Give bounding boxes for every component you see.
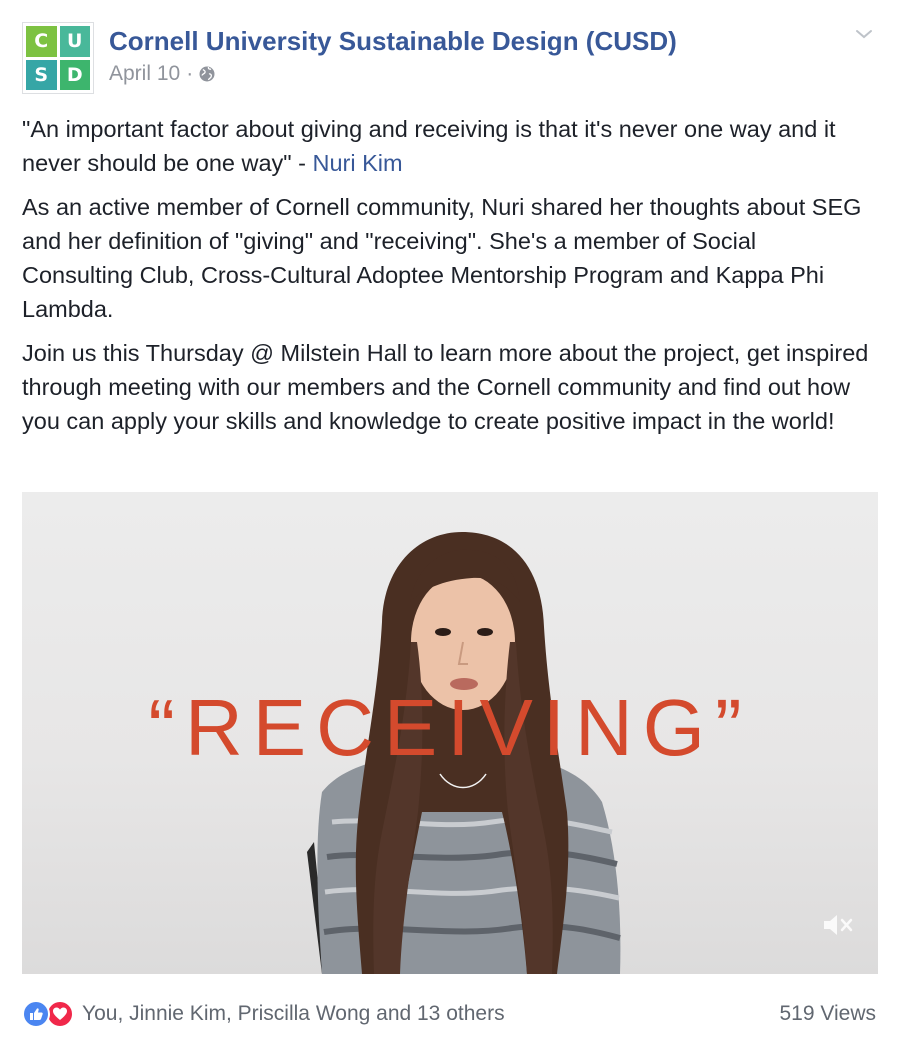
logo-letter: S [26, 59, 57, 90]
meta-separator: · [186, 62, 194, 85]
reaction-icons[interactable] [22, 1000, 74, 1028]
video-caption-overlay: “RECEIVING” [148, 683, 752, 772]
logo-letter: D [59, 59, 90, 90]
logo-letter: C [26, 26, 57, 57]
post-date-link[interactable]: April 10 [109, 62, 180, 86]
reacted-names-link[interactable]: You, Jinnie Kim, Priscilla Wong and 13 o… [82, 1002, 505, 1026]
mute-icon[interactable] [820, 910, 856, 940]
page-avatar[interactable]: C U S D [22, 22, 94, 94]
quote-paragraph: "An important factor about giving and re… [22, 112, 872, 180]
post-card: C U S D Cornell University Sustainable D… [0, 0, 898, 1046]
video-player[interactable]: “RECEIVING” [22, 492, 878, 974]
quote-text: "An important factor about giving and re… [22, 116, 836, 176]
post-footer: You, Jinnie Kim, Priscilla Wong and 13 o… [22, 996, 876, 1032]
view-count: 519 Views [779, 1002, 876, 1025]
post-header: C U S D Cornell University Sustainable D… [22, 22, 876, 94]
post-meta: April 10 · [109, 62, 215, 86]
invitation-paragraph: Join us this Thursday @ Milstein Hall to… [22, 340, 869, 434]
post-message: "An important factor about giving and re… [22, 112, 872, 448]
love-icon [46, 1000, 74, 1028]
mention-link[interactable]: Nuri Kim [313, 150, 403, 176]
globe-icon[interactable] [199, 66, 215, 82]
like-icon [22, 1000, 50, 1028]
chevron-down-icon[interactable] [852, 24, 876, 44]
page-name-link[interactable]: Cornell University Sustainable Design (C… [109, 26, 677, 57]
logo-letter: U [59, 26, 90, 57]
description-paragraph: As an active member of Cornell community… [22, 194, 862, 322]
